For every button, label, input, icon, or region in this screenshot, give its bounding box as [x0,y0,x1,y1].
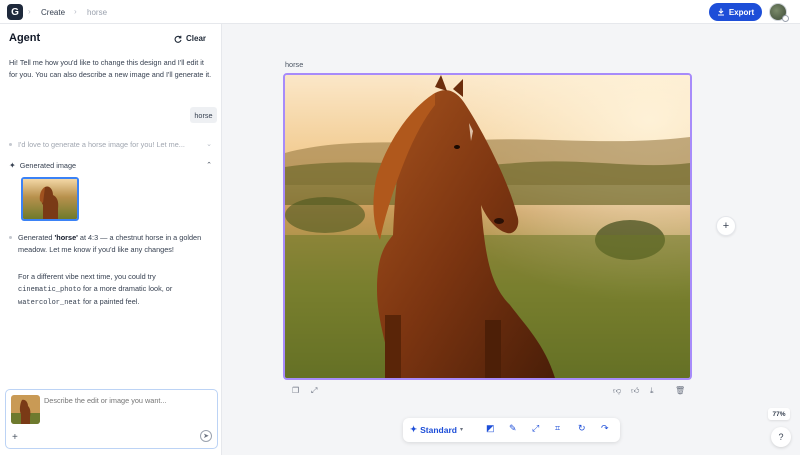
refresh-icon [174,35,182,43]
resize-icon[interactable]: ⤢ [532,423,539,434]
mode-dropdown[interactable]: ✦ Standard ▾ [410,424,463,435]
clear-label: Clear [186,34,207,43]
collapsed-reply-text: I'd love to generate a horse image for y… [18,140,185,149]
horse-image [285,75,690,378]
export-button[interactable]: Export [709,3,762,21]
thumbs-down-icon[interactable]: 👎︎ [613,386,621,396]
agent-intro-message: Hi! Tell me how you'd like to change thi… [9,58,212,79]
tip-text-c: for a painted feel. [81,297,140,306]
chevron-right-icon: › [74,7,77,16]
sparkle-icon: ✦ [410,424,418,434]
mode-label: Standard [420,424,457,435]
brush-icon[interactable]: ✎ [509,423,517,434]
attached-image-thumbnail[interactable] [11,395,40,424]
download-icon [717,8,724,16]
export-label: Export [728,7,755,17]
generated-image-thumbnail[interactable] [21,177,79,221]
style-code-cinematic: cinematic_photo [18,285,82,294]
canvas-frame-label: horse [285,60,304,69]
send-icon[interactable]: ➤ [200,430,212,442]
layers-icon[interactable]: ◩ [486,423,495,434]
clear-button[interactable]: Clear [174,34,206,43]
prompt-composer: + ➤ [5,389,218,449]
duplicate-icon[interactable]: ❐ [292,386,299,395]
redo-icon[interactable]: ↷ [601,423,609,434]
rotate-icon[interactable]: ↻ [578,423,586,434]
tip-text-b: for a more dramatic look, or [81,283,173,293]
result-prefix: Generated [18,233,55,242]
chevron-right-icon: › [28,7,31,16]
g-logo-icon[interactable]: G [7,4,23,20]
bottom-toolbar: ✦ Standard ▾ ◩ ✎ ⤢ ⌗ ↻ ↷ [403,418,620,442]
breadcrumb-horse: horse [87,8,108,17]
assistant-tip-message: For a different vibe next time, you coul… [18,271,213,310]
bullet-dot [9,236,12,239]
crop-icon[interactable]: ⌗ [555,423,560,434]
generated-image-label: Generated image [19,161,77,170]
horse-attachment-image [11,395,40,424]
assistant-result-message: Generated 'horse' at 4:3 — a chestnut ho… [18,232,213,255]
chevron-down-icon: ⌄ [206,141,212,148]
breadcrumb-create[interactable]: Create [41,8,65,17]
avatar-status-badge [782,15,789,22]
user-message-bubble: horse [190,107,217,123]
sparkle-icon: ✦ [9,161,16,170]
chevron-down-icon: ▾ [459,427,463,433]
add-attachment-icon[interactable]: + [12,432,18,443]
generated-image-row[interactable]: ✦ Generated image ⌃ [9,161,214,170]
question-icon[interactable]: ? [771,427,791,447]
canvas-image-frame[interactable] [283,73,692,380]
bullet-dot [9,143,12,146]
prompt-input[interactable] [44,396,214,405]
agent-panel: Agent Clear Hi! Tell me how you'd like t… [0,24,222,455]
expand-icon[interactable]: ⤢ [311,386,317,396]
tip-text-a: For a different vibe next time, you coul… [18,272,156,281]
add-frame-button[interactable]: + [716,216,736,236]
zoom-level[interactable]: 77% [768,408,790,420]
collapsed-reply-row[interactable]: I'd love to generate a horse image for y… [9,140,214,149]
delete-icon[interactable]: 🗑︎ [675,386,685,395]
thumbs-up-icon[interactable]: 👍︎ [631,386,639,396]
horse-thumbnail-image [23,179,77,219]
style-code-watercolor: watercolor_neat [18,299,82,307]
top-bar: G › Create › horse Export [0,0,800,24]
panel-title: Agent [9,32,41,44]
result-name: 'horse' [54,233,78,242]
chevron-up-icon: ⌃ [206,162,212,169]
download-icon[interactable]: ⤓ [650,386,654,396]
